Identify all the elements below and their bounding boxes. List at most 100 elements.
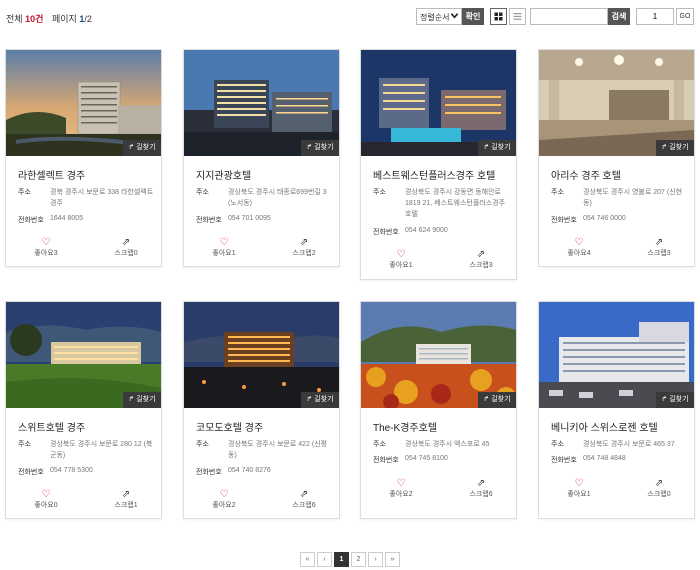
go-button[interactable]: GO [676,8,694,25]
scrap-button[interactable]: ⇗ 스크랩3 [461,249,501,270]
hotel-card[interactable]: ↱ 길찾기 The-K경주호텔 주소 경상북도 경주시 엑스포로 45 전화번호… [360,301,517,519]
hotel-name[interactable]: 라한셀렉트 경주 [18,167,158,182]
scrap-button[interactable]: ⇗ 스크랩6 [284,489,324,510]
hotel-name[interactable]: 지지관광호텔 [196,167,336,182]
hotel-name[interactable]: The-K경주호텔 [373,419,513,434]
list-view-icon[interactable] [509,8,526,25]
share-icon: ⇗ [299,237,309,248]
phone-label: 전화번호 [18,217,44,224]
like-button[interactable]: ♡ 좋아요1 [559,478,599,499]
hotel-name[interactable]: 베니키아 스위스로젠 호텔 [551,419,691,434]
hotel-photo[interactable]: ↱ 길찾기 [184,50,339,156]
sort-value: 정렬순서 [420,13,450,22]
total-count-value: 10건 [25,14,44,24]
directions-button[interactable]: ↱ 길찾기 [123,392,161,408]
page-info: 페이지 1/2 [52,12,92,25]
directions-button[interactable]: ↱ 길찾기 [656,392,694,408]
heart-icon: ♡ [574,478,584,489]
scrap-button[interactable]: ⇗ 스크랩2 [284,237,324,258]
hotel-name[interactable]: 코모도호텔 경주 [196,419,336,434]
hotel-photo[interactable]: ↱ 길찾기 [184,302,339,408]
scrap-button[interactable]: ⇗ 스크랩0 [106,237,146,258]
scrap-count: 스크랩6 [469,491,493,498]
scrap-button[interactable]: ⇗ 스크랩1 [106,489,146,510]
share-icon: ⇗ [654,237,664,248]
like-count: 좋아요2 [389,491,413,498]
phone-value: 054 748 4848 [583,455,626,462]
hotel-card[interactable]: ↱ 길찾기 코모도호텔 경주 주소 경상북도 경주시 보문로 422 (신평동)… [183,301,340,519]
search-input[interactable] [530,8,608,25]
address-label: 주소 [18,441,31,448]
share-icon: ⇗ [476,478,486,489]
address-label: 주소 [551,189,564,196]
heart-icon: ♡ [396,249,406,260]
heart-icon: ♡ [396,478,406,489]
share-icon: ⇗ [654,478,664,489]
hotel-card[interactable]: ↱ 길찾기 스위트호텔 경주 주소 경상북도 경주시 보문로 280 12 (북… [5,301,162,519]
grid-view-icon[interactable] [490,8,507,25]
directions-button[interactable]: ↱ 길찾기 [123,140,161,156]
scrap-count: 스크랩3 [469,262,493,269]
hotel-photo[interactable]: ↱ 길찾기 [539,50,694,156]
address-value: 경상북도 경주시 엑스포로 45 [405,441,490,448]
page-button-1[interactable]: 1 [334,552,349,567]
hotel-card[interactable]: ↱ 길찾기 지지관광호텔 주소 경상북도 경주시 태종로699번길 3 (노서동… [183,49,340,267]
hotel-card[interactable]: ↱ 길찾기 베스트웨스턴플러스경주 호텔 주소 경상북도 경주시 강동면 동해안… [360,49,517,280]
sort-select[interactable]: 정렬순서 [416,8,462,25]
directions-button[interactable]: ↱ 길찾기 [478,392,516,408]
page-number-input[interactable] [636,8,674,25]
like-count: 좋아요2 [212,502,236,509]
like-button[interactable]: ♡ 좋아요0 [26,489,66,510]
search-button[interactable]: 검색 [608,8,630,25]
address-value: 경상북도 경주시 보문로 465 37 [583,441,675,448]
result-toolbar: 전체 10건 페이지 1/2 정렬순서 확인 검색 GO [0,0,700,34]
last-page-button[interactable]: » [385,552,400,567]
address-label: 주소 [196,441,209,448]
first-page-button[interactable]: « [300,552,315,567]
like-button[interactable]: ♡ 좋아요2 [381,478,421,499]
hotel-name[interactable]: 스위트호텔 경주 [18,419,158,434]
like-button[interactable]: ♡ 좋아요3 [26,237,66,258]
phone-label: 전화번호 [196,469,222,476]
scrap-button[interactable]: ⇗ 스크랩0 [639,478,679,499]
hotel-photo[interactable]: ↱ 길찾기 [6,50,161,156]
hotel-photo[interactable]: ↱ 길찾기 [361,50,516,156]
address-value: 경상북도 경주시 보문로 280 12 (북군동) [50,441,153,459]
hotel-name[interactable]: 아리수 경주 호텔 [551,167,691,182]
page-label: 페이지 [52,14,77,24]
phone-label: 전화번호 [551,457,577,464]
next-page-button[interactable]: › [368,552,383,567]
directions-button[interactable]: ↱ 길찾기 [478,140,516,156]
directions-button[interactable]: ↱ 길찾기 [656,140,694,156]
share-icon: ⇗ [121,489,131,500]
address-value: 경상북도 경주시 보문로 422 (신평동) [228,441,328,459]
prev-page-button[interactable]: ‹ [317,552,332,567]
scrap-count: 스크랩0 [647,491,671,498]
hotel-photo[interactable]: ↱ 길찾기 [361,302,516,408]
directions-button[interactable]: ↱ 길찾기 [301,140,339,156]
scrap-button[interactable]: ⇗ 스크랩3 [639,237,679,258]
hotel-name[interactable]: 베스트웨스턴플러스경주 호텔 [373,167,513,182]
like-button[interactable]: ♡ 좋아요1 [381,249,421,270]
heart-icon: ♡ [574,237,584,248]
phone-value: 054 778 5300 [50,467,93,474]
phone-label: 전화번호 [373,457,399,464]
like-button[interactable]: ♡ 좋아요2 [204,489,244,510]
confirm-button[interactable]: 확인 [462,8,484,25]
directions-button[interactable]: ↱ 길찾기 [301,392,339,408]
like-button[interactable]: ♡ 좋아요1 [204,237,244,258]
hotel-card[interactable]: ↱ 길찾기 라한셀렉트 경주 주소 경북 경주시 보문로 338 라한셀렉트 경… [5,49,162,267]
like-button[interactable]: ♡ 좋아요4 [559,237,599,258]
phone-value: 054 746 0000 [583,215,626,222]
address-label: 주소 [196,189,209,196]
hotel-card[interactable]: ↱ 길찾기 아리수 경주 호텔 주소 경상북도 경주시 영불로 207 (신현동… [538,49,695,267]
chevron-down-icon [450,11,459,22]
hotel-photo[interactable]: ↱ 길찾기 [6,302,161,408]
heart-icon: ♡ [41,489,51,500]
page-button-2[interactable]: 2 [351,552,366,567]
scrap-button[interactable]: ⇗ 스크랩6 [461,478,501,499]
page-total: /2 [84,14,92,24]
hotel-card[interactable]: ↱ 길찾기 베니키아 스위스로젠 호텔 주소 경상북도 경주시 보문로 465 … [538,301,695,519]
hotel-photo[interactable]: ↱ 길찾기 [539,302,694,408]
like-count: 좋아요3 [34,250,58,257]
